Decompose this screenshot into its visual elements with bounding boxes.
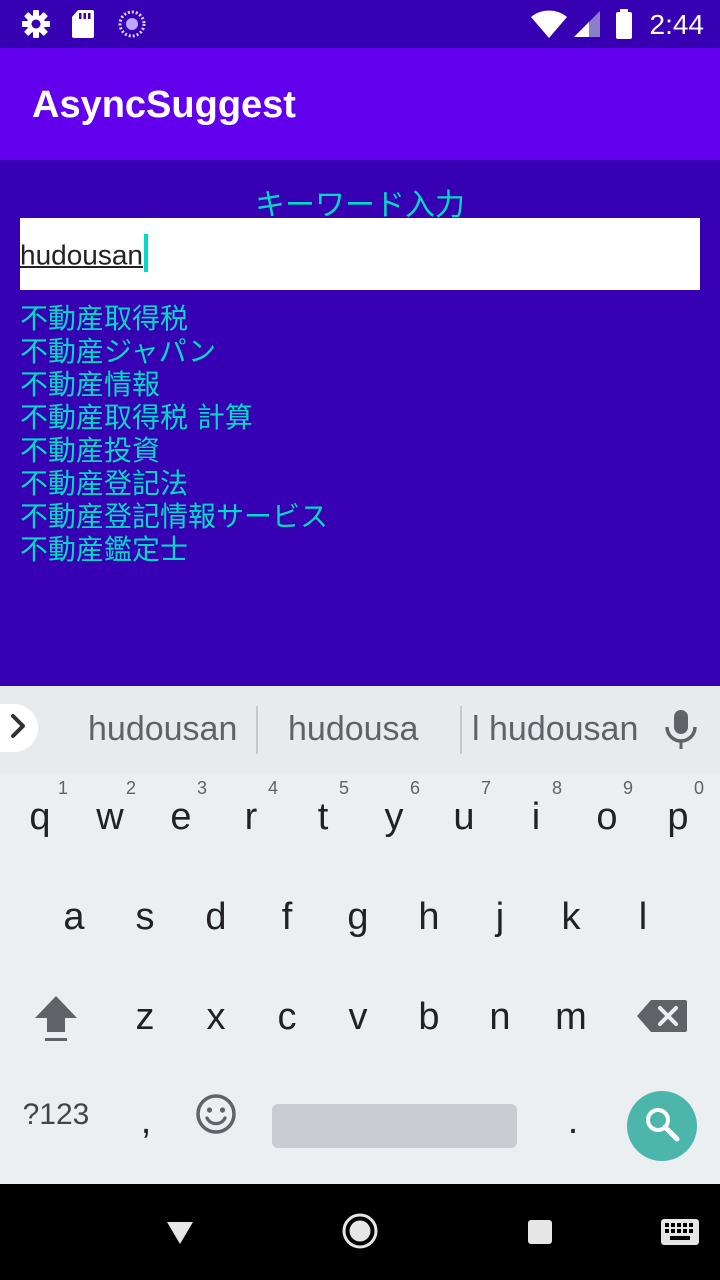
key-hint: 1 <box>58 778 69 798</box>
key-l[interactable]: l <box>613 896 673 939</box>
suggestion-item[interactable]: 不動産登記法 <box>20 467 328 500</box>
microphone-icon[interactable] <box>662 708 700 757</box>
key-n[interactable]: n <box>470 996 530 1039</box>
suggestion-item[interactable]: 不動産ジャパン <box>20 335 328 368</box>
key-g[interactable]: g <box>328 896 388 939</box>
key-k[interactable]: k <box>541 896 601 939</box>
key-hint: 2 <box>126 778 137 798</box>
key-c[interactable]: c <box>257 996 317 1039</box>
app-bar: AsyncSuggest <box>0 48 720 160</box>
emoji-icon <box>194 1094 238 1145</box>
soft-keyboard: hudousan hudousa l hudousan q w e r t y … <box>0 686 720 1184</box>
suggestion-divider <box>460 706 462 754</box>
space-bar[interactable] <box>272 1104 517 1148</box>
key-hint: 7 <box>481 778 492 798</box>
key-m[interactable]: m <box>541 996 601 1039</box>
suggestion-item[interactable]: 不動産登記情報サービス <box>20 500 328 533</box>
status-bar: 2:44 <box>0 0 720 48</box>
chevron-right-icon <box>8 712 28 745</box>
suggestion-item[interactable]: 不動産取得税 <box>20 302 328 335</box>
text-caret <box>144 234 149 272</box>
battery-icon <box>614 8 634 40</box>
key-r[interactable]: r <box>221 796 281 839</box>
shift-key[interactable] <box>26 992 86 1054</box>
key-b[interactable]: b <box>399 996 459 1039</box>
key-z[interactable]: z <box>115 996 175 1039</box>
sd-card-icon <box>70 8 96 40</box>
key-i[interactable]: i <box>506 796 566 839</box>
keyboard-keys: q w e r t y u i o p 1 2 3 4 5 6 7 8 9 0 … <box>0 774 720 1184</box>
navigation-bar <box>0 1184 720 1280</box>
symbols-key[interactable]: ?123 <box>18 1098 94 1132</box>
expand-suggestions-button[interactable] <box>0 704 38 752</box>
recents-icon[interactable] <box>527 1219 553 1250</box>
search-icon <box>644 1106 680 1147</box>
suggestion-divider <box>256 706 258 754</box>
keyboard-switch-icon[interactable] <box>660 1218 700 1251</box>
key-y[interactable]: y <box>364 796 424 839</box>
key-hint: 4 <box>268 778 279 798</box>
key-h[interactable]: h <box>399 896 459 939</box>
key-v[interactable]: v <box>328 996 388 1039</box>
suggestion-item[interactable]: 不動産投資 <box>20 434 328 467</box>
suggestion-list: 不動産取得税 不動産ジャパン 不動産情報 不動産取得税 計算 不動産投資 不動産… <box>20 302 328 566</box>
keyboard-suggestion-bar: hudousan hudousa l hudousan <box>0 686 720 774</box>
period-key[interactable]: . <box>543 1100 603 1143</box>
key-x[interactable]: x <box>186 996 246 1039</box>
backspace-icon <box>635 1000 689 1045</box>
search-key[interactable] <box>627 1091 697 1161</box>
key-a[interactable]: a <box>44 896 104 939</box>
comma-key[interactable]: , <box>116 1100 176 1143</box>
app-title: AsyncSuggest <box>32 84 296 126</box>
key-e[interactable]: e <box>151 796 211 839</box>
key-q[interactable]: q <box>10 796 70 839</box>
suggestion-item[interactable]: 不動産鑑定士 <box>20 533 328 566</box>
keyword-input[interactable]: hudousan <box>20 218 700 290</box>
key-hint: 9 <box>623 778 634 798</box>
status-time: 2:44 <box>649 9 705 40</box>
key-hint: 5 <box>339 778 350 798</box>
key-p[interactable]: p <box>648 796 708 839</box>
key-t[interactable]: t <box>293 796 353 839</box>
key-f[interactable]: f <box>257 896 317 939</box>
key-hint: 8 <box>552 778 563 798</box>
key-w[interactable]: w <box>80 796 140 839</box>
key-o[interactable]: o <box>577 796 637 839</box>
key-s[interactable]: s <box>115 896 175 939</box>
emoji-key[interactable] <box>186 1092 246 1146</box>
backspace-key[interactable] <box>632 996 692 1046</box>
keyword-input-value: hudousan <box>20 234 149 276</box>
key-hint: 3 <box>197 778 208 798</box>
back-icon[interactable] <box>164 1218 196 1251</box>
key-u[interactable]: u <box>434 796 494 839</box>
shift-arrow-icon <box>31 996 81 1053</box>
key-j[interactable]: j <box>470 896 530 939</box>
suggestion-item[interactable]: 不動産情報 <box>20 368 328 401</box>
suggestion-item[interactable]: 不動産取得税 計算 <box>20 401 328 434</box>
key-hint: 6 <box>410 778 421 798</box>
signal-icon <box>572 8 602 40</box>
sync-icon <box>116 8 148 40</box>
keyboard-suggestion[interactable]: hudousa <box>288 710 418 749</box>
wifi-icon <box>530 8 568 40</box>
home-icon[interactable] <box>341 1212 379 1255</box>
keyboard-suggestion[interactable]: hudousan <box>88 710 237 749</box>
key-d[interactable]: d <box>186 896 246 939</box>
key-hint: 0 <box>694 778 705 798</box>
keyboard-suggestion[interactable]: l hudousan <box>472 710 638 749</box>
gear-icon <box>20 8 52 40</box>
main-content: キーワード入力 hudousan 不動産取得税 不動産ジャパン 不動産情報 不動… <box>0 160 720 686</box>
